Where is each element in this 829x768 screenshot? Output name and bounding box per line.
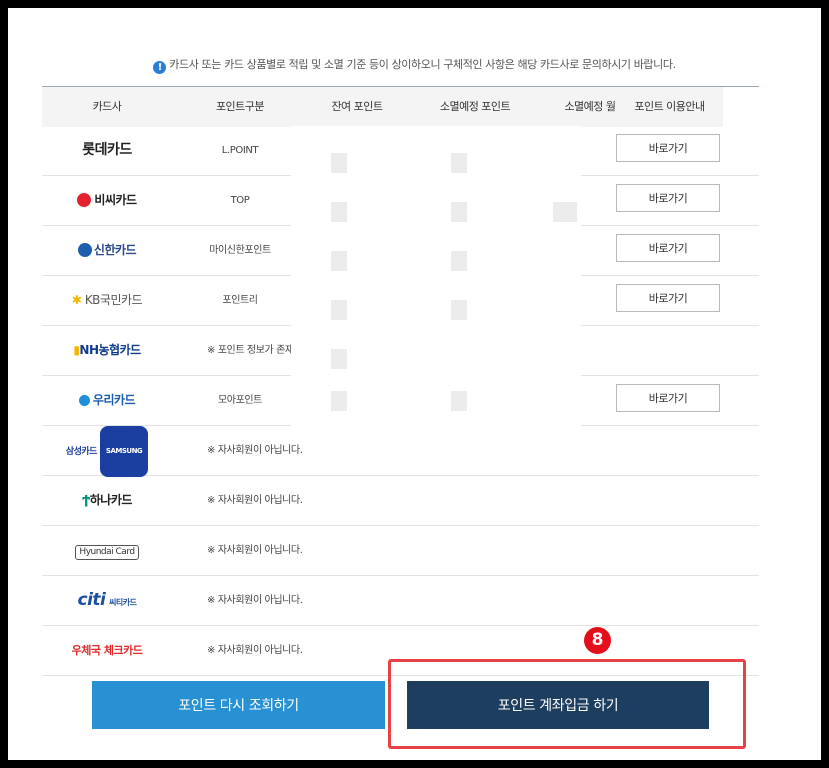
point-type: TOP: [230, 195, 250, 206]
point-type: 포인트리: [222, 295, 258, 306]
point-type: ※ 자사회원이 아닙니다.: [207, 595, 303, 606]
bc-card-name: 비씨카드: [94, 193, 137, 207]
header-point-type: 포인트구분: [215, 100, 265, 113]
hana-card-name: 하나카드: [89, 493, 133, 507]
table-row: 삼성카드 SAMSUNG ※ 자사회원이 아닙니다.: [42, 426, 759, 477]
kb-star-icon: ✱: [71, 293, 82, 307]
info-icon: !: [153, 61, 167, 74]
point-type: 마이신한포인트: [209, 245, 271, 256]
go-button-bc[interactable]: 바로가기: [616, 184, 720, 212]
header-expiring-points: 소멸예정 포인트: [439, 100, 511, 113]
citi-card-logo: citi 씨티카드: [42, 576, 172, 625]
notice-message: ! 카드사 또는 카드 상품별로 적립 및 소멸 기준 등이 상이하오니 구체적인…: [8, 56, 821, 74]
go-button-shinhan[interactable]: 바로가기: [616, 234, 720, 262]
redacted-value: [451, 391, 467, 411]
nh-card-name: NH농협카드: [79, 343, 141, 357]
lotte-card-logo: 롯데카드: [82, 142, 132, 158]
redacted-value: [331, 300, 347, 320]
redacted-value: [331, 391, 347, 411]
hana-card-logo: Ϯ하나카드: [42, 476, 172, 525]
hana-logo-icon: Ϯ: [82, 493, 90, 507]
samsung-badge: SAMSUNG: [99, 426, 149, 477]
woori-card-logo: 우리카드: [42, 376, 172, 425]
redacted-value: [331, 251, 347, 271]
table-header: 카드사 포인트구분 잔여 포인트 소멸예정 포인트 소멸예정 월 포인트 이용안…: [42, 86, 759, 127]
redacted-value: [451, 251, 467, 271]
header-card-company: 카드사: [92, 100, 122, 113]
citi-mark: citi: [77, 590, 106, 610]
redacted-value: [451, 202, 467, 222]
point-type: ※ 자사회원이 아닙니다.: [207, 545, 303, 556]
shinhan-card-name: 신한카드: [93, 243, 137, 257]
deposit-points-button[interactable]: 포인트 계좌입금 하기: [407, 681, 709, 729]
header-point-guide: 포인트 이용안내: [634, 100, 705, 113]
redacted-value: [451, 153, 467, 173]
redacted-value: [553, 202, 577, 222]
kb-card-logo: ✱ KB국민카드: [42, 276, 172, 325]
redacted-value: [451, 300, 467, 320]
point-type: ※ 포인트 정보가 존재하지 않: [207, 345, 305, 356]
woori-logo-icon: [78, 395, 90, 406]
citi-card-name: 씨티카드: [109, 598, 137, 607]
bc-logo-icon: [77, 193, 92, 207]
shinhan-card-logo: 신한카드: [42, 226, 172, 275]
point-type: ※ 자사회원이 아닙니다.: [207, 445, 303, 456]
table-row: Hyundai Card ※ 자사회원이 아닙니다.: [42, 526, 759, 576]
woori-card-name: 우리카드: [92, 393, 136, 407]
point-type: ※ 자사회원이 아닙니다.: [207, 645, 303, 656]
refresh-points-button[interactable]: 포인트 다시 조회하기: [92, 681, 385, 729]
samsung-card-logo: 삼성카드 SAMSUNG: [42, 426, 172, 477]
post-card-logo: 우체국 체크카드: [71, 644, 143, 657]
kb-card-name: KB국민카드: [84, 293, 143, 307]
redacted-value: [331, 153, 347, 173]
go-button-lotte[interactable]: 바로가기: [616, 134, 720, 162]
go-button-woori[interactable]: 바로가기: [616, 384, 720, 412]
redacted-value: [331, 202, 347, 222]
point-type: 모아포인트: [217, 395, 262, 406]
hyundai-card-logo: Hyundai Card: [42, 526, 172, 575]
notice-text: 카드사 또는 카드 상품별로 적립 및 소멸 기준 등이 상이하오니 구체적인 …: [169, 58, 676, 71]
samsung-card-name: 삼성카드: [65, 447, 98, 457]
hyundai-card-name: Hyundai Card: [75, 545, 139, 560]
bc-card-logo: 비씨카드: [42, 176, 172, 225]
nh-card-logo: ▮NH농협카드: [42, 326, 172, 375]
point-type: ※ 자사회원이 아닙니다.: [207, 495, 303, 506]
redacted-values-area: [291, 126, 581, 428]
table-row: citi 씨티카드 ※ 자사회원이 아닙니다.: [42, 576, 759, 626]
header-remaining-points: 잔여 포인트: [331, 100, 383, 113]
go-button-kb[interactable]: 바로가기: [616, 284, 720, 312]
shinhan-logo-icon: [77, 243, 92, 257]
step-number-badge: 8: [584, 627, 611, 654]
table-row: Ϯ하나카드 ※ 자사회원이 아닙니다.: [42, 476, 759, 526]
card-point-panel: ! 카드사 또는 카드 상품별로 적립 및 소멸 기준 등이 상이하오니 구체적인…: [8, 8, 821, 760]
redacted-value: [331, 349, 347, 369]
point-type: L.POINT: [221, 145, 259, 156]
